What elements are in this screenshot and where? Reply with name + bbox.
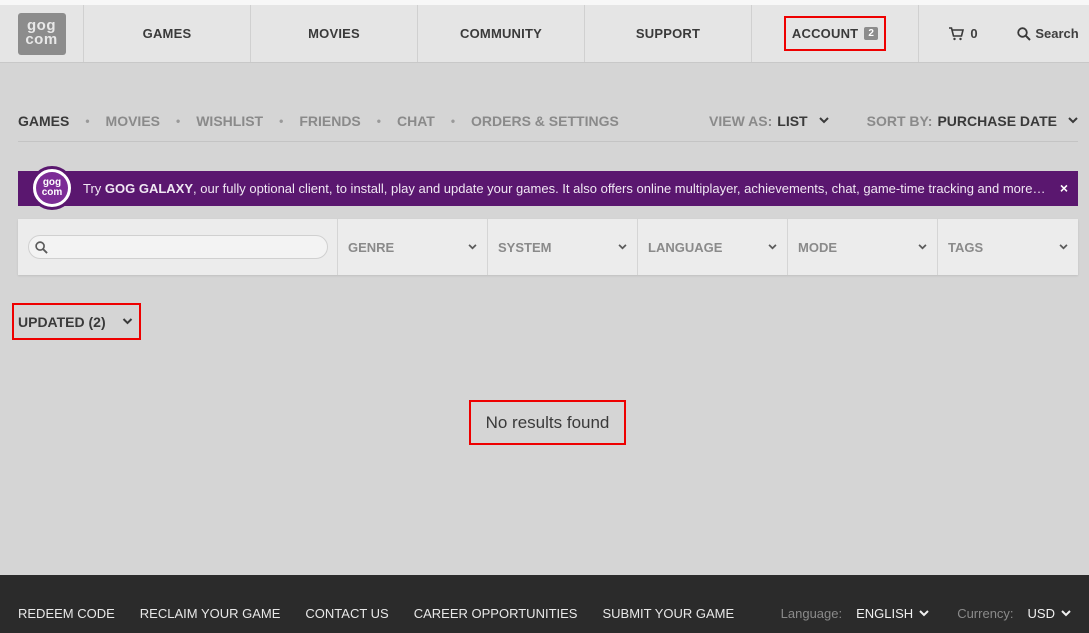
- nav-movies[interactable]: MOVIES: [251, 5, 418, 62]
- updated-label: UPDATED (2): [18, 313, 106, 330]
- banner-message: , our fully optional client, to install,…: [193, 181, 1046, 196]
- footer-link-contact-us[interactable]: CONTACT US: [305, 606, 388, 621]
- footer-link-submit-game[interactable]: SUBMIT YOUR GAME: [602, 606, 734, 621]
- cart-count: 0: [970, 26, 978, 41]
- separator-dot: •: [85, 113, 90, 128]
- chevron-down-icon: [1059, 244, 1068, 250]
- galaxy-logo-line-2: com: [41, 187, 63, 198]
- footer-links: REDEEM CODE RECLAIM YOUR GAME CONTACT US…: [18, 606, 734, 621]
- filter-system[interactable]: SYSTEM: [488, 219, 638, 275]
- galaxy-logo-inner: gog com: [36, 172, 68, 204]
- filter-label: MODE: [798, 239, 837, 255]
- subnav-friends[interactable]: FRIENDS: [299, 113, 360, 129]
- chevron-down-icon: [468, 244, 477, 250]
- currency-value: USD: [1027, 605, 1055, 621]
- filter-label: SYSTEM: [498, 239, 552, 255]
- filter-search-container: [18, 219, 338, 275]
- account-badge: 2: [864, 27, 879, 40]
- chevron-down-icon: [122, 318, 133, 325]
- search-label: Search: [1035, 26, 1079, 41]
- sort-by-dropdown[interactable]: SORT BY: PURCHASE DATE: [867, 113, 1078, 129]
- sort-by-value: PURCHASE DATE: [937, 112, 1057, 129]
- nav-games[interactable]: GAMES: [84, 5, 251, 62]
- subnav-games[interactable]: GAMES: [18, 113, 69, 129]
- library-search-input[interactable]: [28, 235, 328, 259]
- search-icon: [35, 240, 48, 254]
- gog-logo: gog com: [17, 12, 66, 55]
- subnav-chat[interactable]: CHAT: [397, 113, 435, 129]
- chevron-down-icon: [818, 117, 829, 124]
- chevron-down-icon: [918, 244, 927, 250]
- gog-logo-link[interactable]: gog com: [0, 5, 84, 62]
- separator-dot: •: [376, 113, 381, 128]
- chevron-down-icon: [1061, 609, 1071, 617]
- separator-dot: •: [176, 113, 181, 128]
- subnav-movies[interactable]: MOVIES: [106, 113, 160, 129]
- account-label: ACCOUNT: [791, 26, 859, 41]
- account-highlight: ACCOUNT 2: [783, 16, 887, 51]
- footer-preferences: Language: ENGLISH Currency: USD: [781, 606, 1071, 621]
- logo-line-2: com: [25, 30, 58, 48]
- banner-highlight: GOG GALAXY: [104, 181, 194, 196]
- language-dropdown[interactable]: ENGLISH: [856, 606, 929, 621]
- nav-community[interactable]: COMMUNITY: [418, 5, 585, 62]
- footer-link-careers[interactable]: CAREER OPPORTUNITIES: [414, 606, 578, 621]
- chevron-down-icon: [1068, 117, 1078, 124]
- chevron-down-icon: [768, 244, 777, 250]
- nav-support[interactable]: SUPPORT: [585, 5, 752, 62]
- language-value: ENGLISH: [856, 605, 914, 621]
- library-subnav: GAMES • MOVIES • WISHLIST • FRIENDS • CH…: [18, 100, 1078, 142]
- currency-label: Currency:: [957, 605, 1014, 621]
- banner-prefix: Try: [83, 181, 105, 196]
- galaxy-banner[interactable]: gog com Try GOG GALAXY, our fully option…: [18, 166, 1078, 210]
- view-as-label: VIEW AS:: [709, 112, 773, 129]
- sort-by-label: SORT BY:: [866, 112, 933, 129]
- filter-tags[interactable]: TAGS: [938, 219, 1078, 275]
- top-navigation: gog com GAMES MOVIES COMMUNITY SUPPORT A…: [0, 0, 1089, 63]
- cart-button[interactable]: 0: [919, 5, 1007, 62]
- updated-dropdown[interactable]: UPDATED (2): [12, 303, 141, 340]
- filter-label: LANGUAGE: [648, 239, 723, 255]
- search-icon: [1017, 26, 1032, 41]
- filter-bar: GENRE SYSTEM LANGUAGE MODE TAGS: [18, 219, 1078, 275]
- subnav-wishlist[interactable]: WISHLIST: [196, 113, 263, 129]
- no-results-message: No results found: [469, 400, 626, 445]
- galaxy-logo: gog com: [30, 166, 74, 210]
- close-icon[interactable]: ×: [1060, 180, 1068, 196]
- separator-dot: •: [450, 113, 456, 128]
- footer-link-redeem-code[interactable]: REDEEM CODE: [18, 606, 115, 621]
- filter-label: GENRE: [348, 239, 395, 255]
- search-button[interactable]: Search: [1007, 5, 1089, 62]
- footer-link-reclaim-game[interactable]: RECLAIM YOUR GAME: [140, 606, 281, 621]
- view-as-value: LIST: [777, 112, 808, 129]
- view-as-dropdown[interactable]: VIEW AS: LIST: [709, 113, 829, 129]
- chevron-down-icon: [618, 244, 627, 250]
- filter-genre[interactable]: GENRE: [338, 219, 488, 275]
- view-sort-controls: VIEW AS: LIST SORT BY: PURCHASE DATE: [709, 113, 1078, 129]
- cart-icon: [948, 26, 965, 41]
- chevron-down-icon: [919, 609, 929, 617]
- language-label: Language:: [780, 605, 843, 621]
- currency-dropdown[interactable]: USD: [1028, 606, 1071, 621]
- subnav-orders-settings[interactable]: ORDERS & SETTINGS: [471, 113, 619, 129]
- nav-account[interactable]: ACCOUNT 2: [752, 5, 919, 62]
- galaxy-banner-text: Try GOG GALAXY, our fully optional clien…: [83, 181, 1045, 196]
- filter-mode[interactable]: MODE: [788, 219, 938, 275]
- footer: REDEEM CODE RECLAIM YOUR GAME CONTACT US…: [0, 575, 1089, 633]
- filter-label: TAGS: [948, 239, 984, 255]
- filter-language[interactable]: LANGUAGE: [638, 219, 788, 275]
- separator-dot: •: [279, 113, 284, 128]
